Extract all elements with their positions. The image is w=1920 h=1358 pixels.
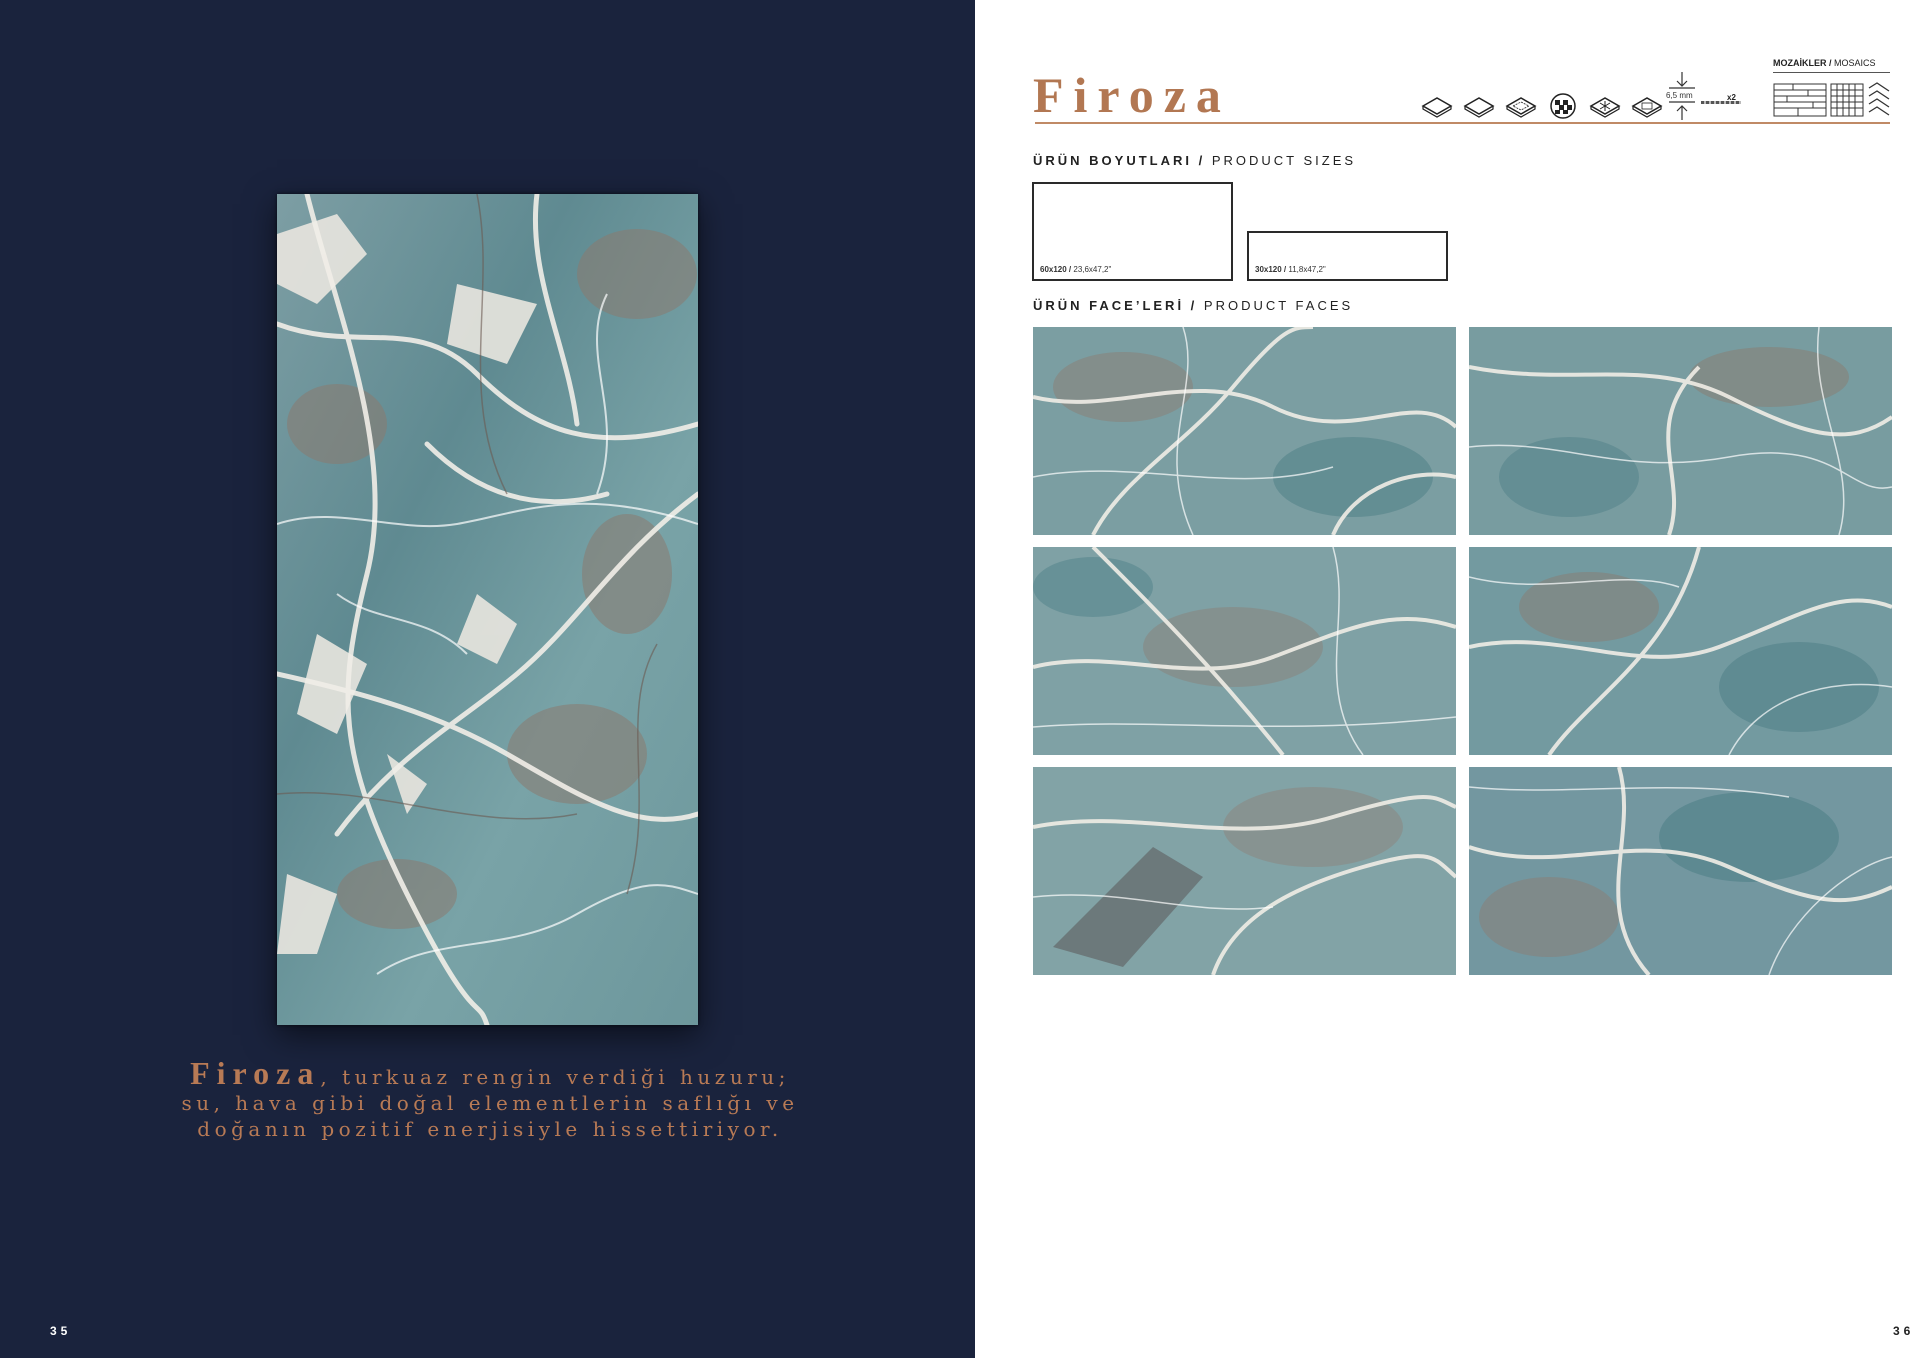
tagline-line-3: doğanın pozitif enerjisiyle hissettiriyo… [197,1117,783,1141]
random-faces-icon [1550,93,1576,119]
product-face-image [1469,547,1892,755]
chevron-mosaic-icon [1868,82,1890,116]
left-page: Firoza, turkuaz rengin verdiği huzuru; s… [0,0,975,1358]
product-sizes-heading: ÜRÜN BOYUTLARI / PRODUCT SIZES [1033,153,1356,168]
hero-marble-tile-image [277,194,698,1025]
glossy-tile-icon [1421,97,1453,118]
brand-tagline: Firoza, turkuaz rengin verdiği huzuru; s… [160,1057,820,1142]
tagline-line-1-text: , turkuaz rengin verdiği huzuru; [320,1065,790,1089]
product-faces-heading-en: PRODUCT FACES [1197,298,1354,313]
product-sizes-heading-tr: ÜRÜN BOYUTLARI / [1033,153,1206,168]
mosaics-heading-tr: MOZAİKLER / [1773,58,1832,68]
product-face-image [1033,547,1456,755]
right-page: Firoza 6,5 mm x2 MOZAİKLER / MOSAICS ÜRÜ… [975,0,1920,1358]
marble-texture [1033,767,1456,975]
size-imperial: 23,6x47,2" [1071,265,1112,274]
tagline-brand: Firoza [190,1055,321,1091]
size-metric: 60x120 / [1040,265,1072,274]
marble-texture [1033,547,1456,755]
mosaics-heading: MOZAİKLER / MOSAICS [1773,58,1876,68]
page-number-right: 36 [1893,1324,1915,1338]
marble-texture [1033,327,1456,535]
page-number-left: 35 [50,1324,72,1338]
product-faces-heading: ÜRÜN FACE’LERİ / PRODUCT FACES [1033,298,1353,313]
size-label: 30x120 / 11,8x47,2" [1255,265,1326,274]
product-title: Firoza [1033,67,1231,123]
grid-mosaic-icon [1830,83,1864,117]
tagline-line-2: su, hava gibi doğal elementlerin saflığı… [181,1091,799,1115]
marble-texture [1469,547,1892,755]
size-box-60x120: 60x120 / 23,6x47,2" [1032,182,1233,281]
thickness-label: 6,5 mm [1666,91,1693,100]
size-box-30x120: 30x120 / 11,8x47,2" [1247,231,1448,281]
mosaic-icons [1773,82,1890,117]
product-face-image [1469,767,1892,975]
product-face-image [1033,327,1456,535]
product-face-image [1033,767,1456,975]
size-label: 60x120 / 23,6x47,2" [1040,265,1111,274]
mosaics-divider [1773,72,1890,73]
product-faces-heading-tr: ÜRÜN FACE’LERİ / [1033,298,1198,313]
matt-tile-icon [1463,97,1495,118]
size-imperial: 11,8x47,2" [1286,265,1326,274]
product-sizes-heading-en: PRODUCT SIZES [1205,153,1357,168]
tagline-line-1: Firoza, turkuaz rengin verdiği huzuru; [160,1057,820,1090]
frost-resistant-icon [1589,97,1621,118]
x2-label: x2 [1727,93,1736,102]
size-metric: 30x120 / [1255,265,1287,274]
product-face-image [1469,327,1892,535]
product-faces-grid [1033,327,1892,975]
brick-mosaic-icon [1773,83,1827,117]
mosaics-heading-en: MOSAICS [1831,58,1876,68]
marble-texture [1469,327,1892,535]
marble-texture [1469,767,1892,975]
textured-tile-icon [1505,97,1537,118]
rectified-icon [1631,97,1663,118]
marble-texture [277,194,698,1025]
